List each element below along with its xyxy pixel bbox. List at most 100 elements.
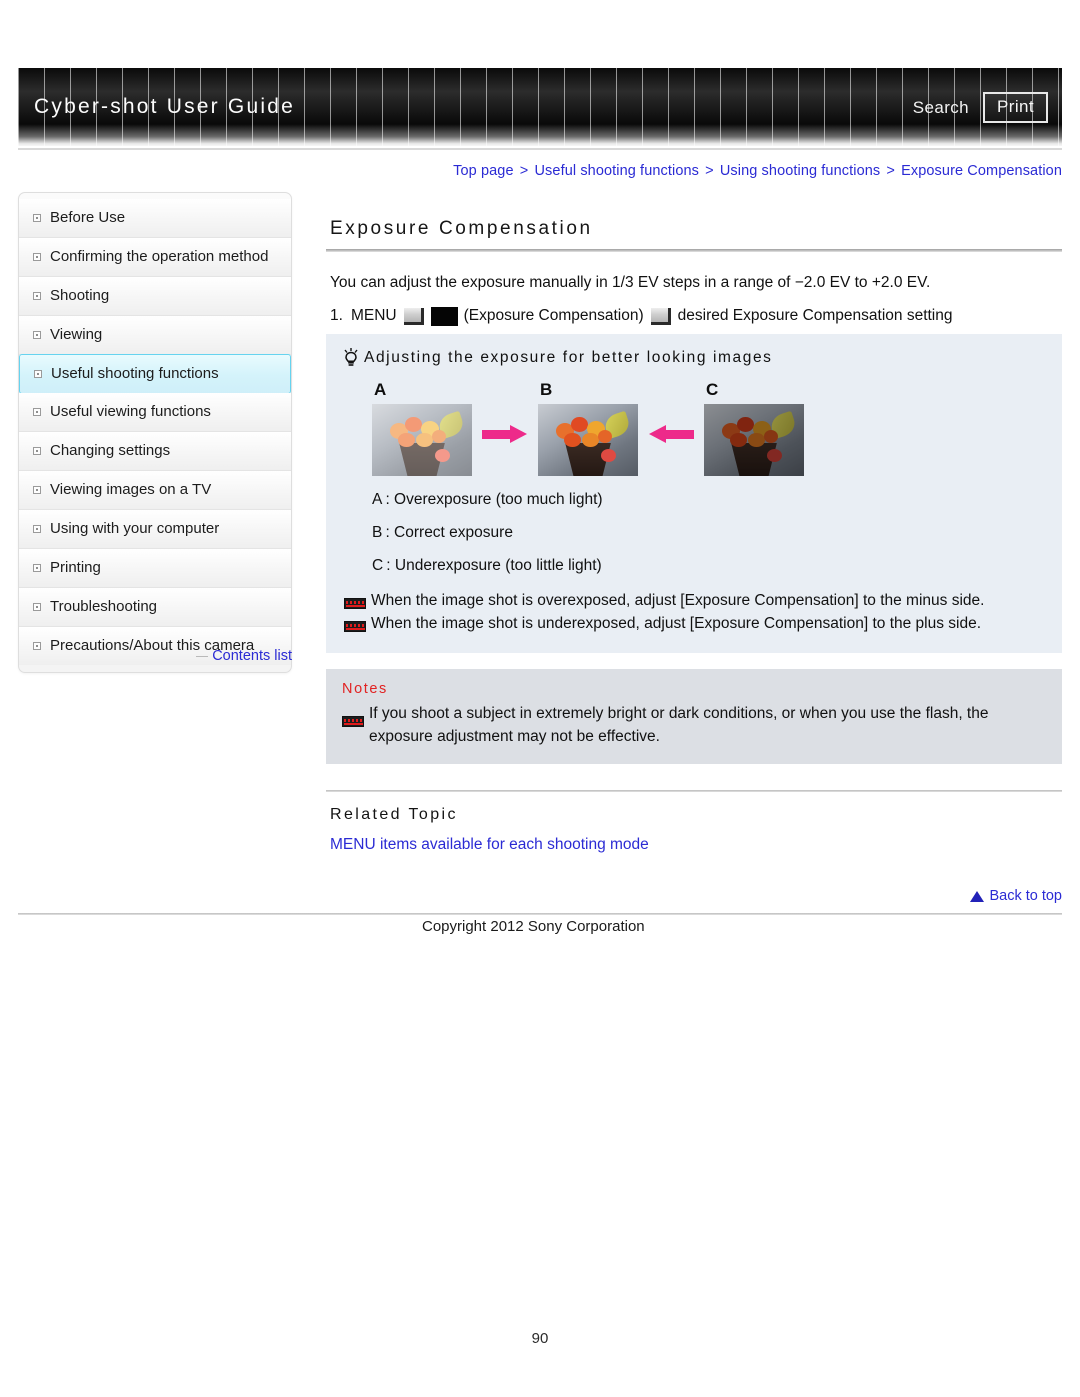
- square-bullet-icon: [33, 564, 41, 572]
- copyright-text: Copyright 2012 Sony Corporation: [422, 918, 645, 935]
- related-topic-link[interactable]: MENU items available for each shooting m…: [330, 836, 649, 854]
- sidebar-item-viewing[interactable]: Viewing: [19, 316, 291, 355]
- sidebar-item-troubleshooting[interactable]: Troubleshooting: [19, 588, 291, 627]
- arrow-button-icon: [403, 308, 424, 325]
- sidebar-item-shooting[interactable]: Shooting: [19, 277, 291, 316]
- step-text-label: (Exposure Compensation): [463, 306, 644, 324]
- triangle-up-icon: [970, 890, 985, 902]
- sidebar-item-label: Viewing images on a TV: [50, 481, 212, 498]
- sidebar-item-label: Changing settings: [50, 442, 171, 459]
- breadcrumb-item-using-shooting-functions[interactable]: Using shooting functions: [720, 163, 880, 179]
- intro-paragraph: You can adjust the exposure manually in …: [330, 274, 931, 291]
- sidebar-item-label: Using with your computer: [50, 520, 220, 537]
- breadcrumb-item-top-page[interactable]: Top page: [453, 163, 513, 179]
- tip-heading-text: Adjusting the exposure for better lookin…: [364, 349, 773, 366]
- figure-b: B: [538, 380, 638, 476]
- footer-divider: [18, 913, 1062, 915]
- breadcrumb-item-exposure-compensation[interactable]: Exposure Compensation: [901, 163, 1062, 179]
- notes-box: Notes If you shoot a subject in extremel…: [326, 669, 1062, 764]
- square-bullet-icon: [33, 603, 41, 611]
- sidebar-item-label: Viewing: [50, 326, 103, 343]
- breadcrumb-separator: >: [886, 163, 895, 179]
- print-button[interactable]: Print: [983, 92, 1048, 123]
- legend-line-a: A : Overexposure (too much light): [372, 491, 603, 508]
- arrow-left-icon: [648, 424, 694, 444]
- figure-label-a: A: [374, 380, 387, 399]
- sidebar-item-label: Useful shooting functions: [51, 365, 219, 382]
- breadcrumb-item-useful-shooting-functions[interactable]: Useful shooting functions: [534, 163, 699, 179]
- legend-line-c: C : Underexposure (too little light): [372, 557, 602, 574]
- header-actions: Search Print: [913, 92, 1048, 123]
- square-bullet-icon: [33, 214, 41, 222]
- tip-heading: Adjusting the exposure for better lookin…: [342, 348, 1046, 368]
- square-bullet-icon: [33, 447, 41, 455]
- broken-image-icon: [342, 716, 364, 727]
- app-title: Cyber-shot User Guide: [34, 95, 295, 118]
- sidebar-item-confirming-the-operation-method[interactable]: Confirming the operation method: [19, 238, 291, 277]
- square-bullet-icon: [33, 486, 41, 494]
- main-content: Exposure Compensation You can adjust the…: [326, 218, 1062, 904]
- contents-list-link[interactable]: Contents list: [212, 648, 292, 664]
- tip-bullet-text: When the image shot is underexposed, adj…: [371, 615, 982, 632]
- sidebar-item-label: Confirming the operation method: [50, 248, 269, 265]
- tip-box: Adjusting the exposure for better lookin…: [326, 334, 1062, 653]
- step-text-menu: MENU: [350, 306, 397, 324]
- broken-image-icon: [344, 598, 366, 609]
- sidebar-item-using-with-your-computer[interactable]: Using with your computer: [19, 510, 291, 549]
- page-number: 90: [531, 1330, 549, 1347]
- step-instruction: 1. MENU (Exposure Compensation) desired …: [330, 306, 1062, 326]
- step-text-setting: desired Exposure Compensation setting: [677, 306, 953, 324]
- breadcrumb-separator: >: [705, 163, 714, 179]
- square-bullet-icon: [33, 525, 41, 533]
- notes-heading: Notes: [342, 681, 388, 697]
- square-bullet-icon: [33, 408, 41, 416]
- arrow-right-icon: [482, 424, 528, 444]
- tip-bullet-text: When the image shot is overexposed, adju…: [371, 592, 985, 609]
- sidebar-item-label: Printing: [50, 559, 101, 576]
- back-to-top-link[interactable]: Back to top: [970, 888, 1062, 904]
- sidebar-item-label: Troubleshooting: [50, 598, 158, 615]
- square-bullet-icon: [34, 370, 42, 378]
- square-bullet-icon: [33, 331, 41, 339]
- photo-underexposed: [704, 404, 804, 476]
- arrow-button-icon: [650, 308, 671, 325]
- search-link[interactable]: Search: [913, 98, 969, 118]
- sidebar-item-label: Shooting: [50, 287, 110, 304]
- breadcrumb-separator: >: [519, 163, 529, 179]
- figure-a: A: [372, 380, 472, 476]
- notes-item-text: If you shoot a subject in extremely brig…: [369, 705, 989, 745]
- square-bullet-icon: [33, 292, 41, 300]
- related-divider: [326, 790, 1062, 792]
- photo-overexposed: [372, 404, 472, 476]
- lightbulb-icon: [342, 347, 360, 367]
- figure-label-c: C: [706, 380, 719, 399]
- photo-correct-exposure: [538, 404, 638, 476]
- sidebar-item-useful-shooting-functions[interactable]: Useful shooting functions: [19, 354, 291, 394]
- page-title: Exposure Compensation: [330, 218, 593, 239]
- dash-icon: [196, 655, 209, 657]
- figure-c: C: [704, 380, 804, 476]
- figure-label-b: B: [540, 380, 553, 399]
- tip-bullet-item: When the image shot is underexposed, adj…: [344, 612, 1046, 635]
- breadcrumb: Top page > Useful shooting functions > U…: [0, 163, 1062, 179]
- notes-item: If you shoot a subject in extremely brig…: [342, 702, 1046, 748]
- sidebar-item-changing-settings[interactable]: Changing settings: [19, 432, 291, 471]
- header-banner: Cyber-shot User Guide Search Print: [18, 68, 1062, 150]
- exposure-compensation-icon: [430, 307, 458, 326]
- sidebar-nav: Before Use Confirming the operation meth…: [18, 192, 292, 673]
- step-number: 1.: [330, 306, 343, 324]
- square-bullet-icon: [33, 253, 41, 261]
- sidebar-item-useful-viewing-functions[interactable]: Useful viewing functions: [19, 393, 291, 432]
- legend-line-b: B : Correct exposure: [372, 524, 513, 541]
- related-topic-heading: Related Topic: [330, 806, 458, 823]
- sidebar-item-before-use[interactable]: Before Use: [19, 199, 291, 238]
- contents-list-row: Contents list: [18, 648, 292, 664]
- sidebar-item-label: Useful viewing functions: [50, 403, 211, 420]
- back-to-top-label: Back to top: [989, 888, 1062, 904]
- sidebar-item-viewing-images-on-a-tv[interactable]: Viewing images on a TV: [19, 471, 291, 510]
- sidebar-item-printing[interactable]: Printing: [19, 549, 291, 588]
- sidebar-item-label: Before Use: [50, 209, 126, 226]
- tip-bullet-item: When the image shot is overexposed, adju…: [344, 589, 1046, 612]
- title-divider: [326, 249, 1062, 252]
- exposure-figure-row: A B C: [372, 380, 1046, 476]
